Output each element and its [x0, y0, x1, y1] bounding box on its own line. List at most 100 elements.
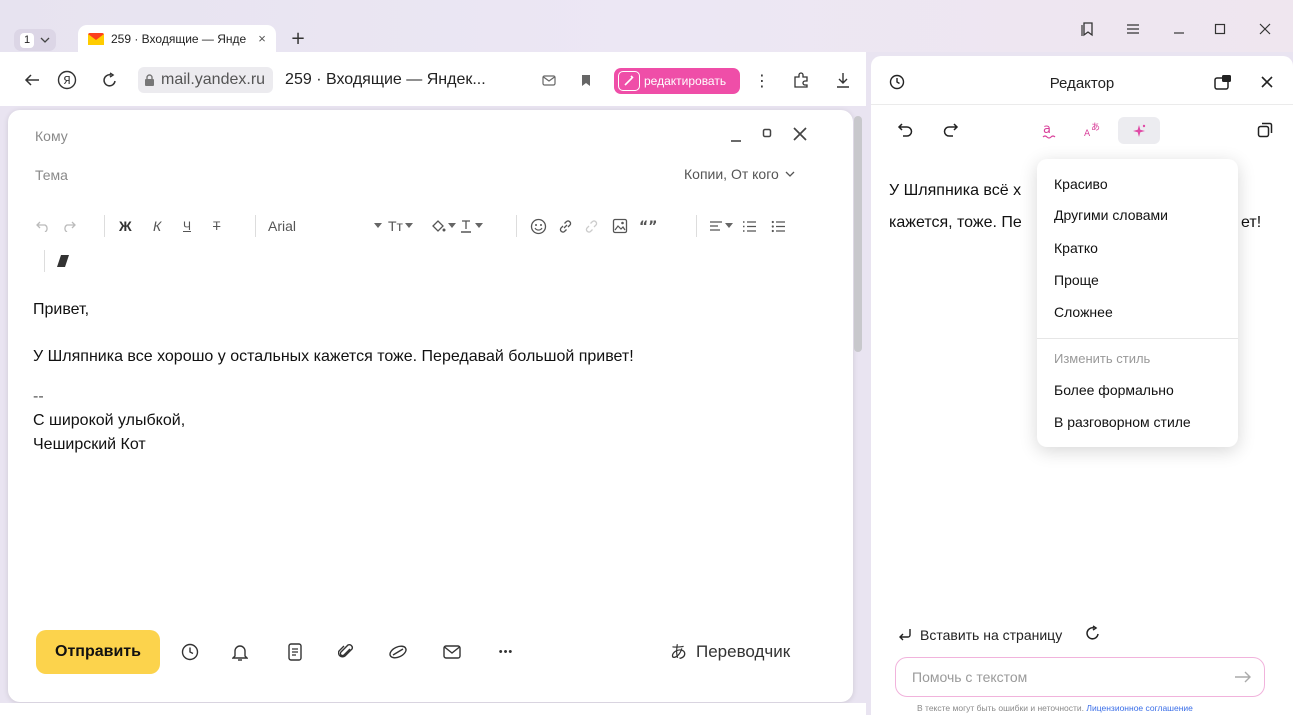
bookmark-icon[interactable]: [575, 69, 597, 91]
menu-divider: [1037, 338, 1238, 339]
subject-field[interactable]: Тема: [35, 167, 68, 183]
text-color-button[interactable]: [460, 214, 483, 238]
mail-notify-icon[interactable]: [538, 69, 560, 91]
page-background-strip: [0, 703, 866, 715]
url-field[interactable]: mail.yandex.ru 259 · Входящие — Яндек...: [138, 67, 486, 93]
regenerate-icon[interactable]: [1085, 625, 1101, 641]
font-dropdown-arrow-icon[interactable]: [374, 214, 382, 238]
strikethrough-button[interactable]: Т: [213, 214, 220, 238]
bullet-list-icon[interactable]: [771, 214, 786, 238]
attach-icon[interactable]: [334, 640, 358, 664]
font-family-value: Arial: [268, 218, 297, 234]
tab-count-button[interactable]: 1: [14, 29, 57, 51]
url-domain-pill[interactable]: mail.yandex.ru: [138, 67, 274, 93]
extensions-icon[interactable]: [790, 69, 812, 91]
copies-from-toggle[interactable]: Копии, От кого: [684, 166, 795, 182]
insert-label: Вставить на страницу: [920, 627, 1063, 643]
reload-icon[interactable]: [99, 69, 121, 91]
quote-icon[interactable]: “”: [639, 214, 659, 238]
signature-line-2: Чеширский Кот: [33, 436, 146, 453]
redo-icon[interactable]: [62, 214, 76, 238]
help-input[interactable]: [912, 669, 1234, 685]
minimize-compose-icon[interactable]: [730, 124, 742, 144]
translator-button[interactable]: あ Переводчик: [670, 642, 790, 662]
menu-item-simpler[interactable]: Проще: [1054, 272, 1099, 288]
close-panel-icon[interactable]: [1255, 70, 1279, 94]
back-icon[interactable]: [21, 69, 43, 91]
editor-text-tail[interactable]: ет!: [1241, 214, 1261, 232]
tab-close-icon[interactable]: ×: [256, 31, 268, 46]
menu-item-rephrase[interactable]: Другими словами: [1054, 207, 1168, 223]
numbered-list-icon[interactable]: [742, 214, 757, 238]
underline-button[interactable]: Ч: [183, 214, 191, 238]
maximize-icon[interactable]: [1209, 18, 1231, 40]
edit-button-label: редактировать: [644, 74, 727, 88]
close-window-icon[interactable]: [1254, 18, 1276, 40]
svg-text:“”: “”: [639, 219, 657, 233]
more-options-button[interactable]: ⋮: [751, 69, 773, 91]
send-arrow-icon[interactable]: [1234, 670, 1252, 684]
align-button[interactable]: [709, 214, 733, 238]
help-with-text-field[interactable]: [895, 657, 1265, 697]
bold-button[interactable]: Ж: [119, 214, 132, 238]
unlink-icon[interactable]: [583, 214, 600, 238]
copy-icon[interactable]: [1253, 118, 1277, 142]
bookmarks-panel-icon[interactable]: [1077, 18, 1099, 40]
editor-text-line-1[interactable]: У Шляпника всё х: [889, 182, 1021, 200]
italic-button[interactable]: К: [153, 214, 161, 238]
body-greeting[interactable]: Привет,: [33, 301, 89, 319]
font-family-select[interactable]: Arial: [268, 214, 388, 238]
translate-icon[interactable]: Aあ: [1081, 118, 1105, 142]
body-main[interactable]: У Шляпника все хорошо у остальных кажетс…: [33, 348, 634, 366]
detach-panel-icon[interactable]: [1211, 70, 1235, 94]
yandex-logo-icon[interactable]: Я: [56, 69, 78, 91]
image-icon[interactable]: [612, 214, 628, 238]
to-field[interactable]: Кому: [35, 128, 68, 144]
svg-text:Я: Я: [63, 74, 71, 87]
undo-icon[interactable]: [893, 118, 917, 142]
menu-item-short[interactable]: Кратко: [1054, 240, 1098, 256]
page-scrollbar[interactable]: [854, 116, 862, 352]
editor-text-line-2[interactable]: кажется, тоже. Пе: [889, 214, 1022, 232]
menu-style-header: Изменить стиль: [1054, 351, 1151, 366]
envelope-icon[interactable]: [440, 640, 464, 664]
more-actions-button[interactable]: •••: [494, 640, 518, 664]
new-tab-button[interactable]: +: [288, 30, 308, 50]
menu-item-formal[interactable]: Более формально: [1054, 382, 1174, 398]
emoji-icon[interactable]: [530, 214, 547, 238]
menu-item-beautiful[interactable]: Красиво: [1054, 176, 1108, 192]
send-button[interactable]: Отправить: [36, 630, 160, 674]
menu-item-casual[interactable]: В разговорном стиле: [1054, 414, 1191, 430]
fill-color-button[interactable]: [430, 214, 456, 238]
svg-text:a: a: [1043, 122, 1051, 137]
clear-format-icon[interactable]: [56, 254, 70, 268]
expand-compose-icon[interactable]: [762, 128, 772, 138]
license-link[interactable]: Лицензионное соглашение: [1086, 703, 1193, 713]
browser-menu-icon[interactable]: [1122, 18, 1144, 40]
copies-label: Копии, От кого: [684, 166, 779, 182]
tab-mail[interactable]: 259 · Входящие — Янде ×: [78, 25, 276, 52]
disk-attach-icon[interactable]: [386, 640, 410, 664]
font-size-label: Тт: [388, 218, 403, 234]
tab-title: 259 · Входящие — Янде: [111, 31, 247, 46]
ai-rewrite-button[interactable]: [1118, 117, 1160, 144]
download-icon[interactable]: [832, 69, 854, 91]
menu-item-complex[interactable]: Сложнее: [1054, 304, 1113, 320]
compose-window: Кому Тема Копии, От кого Ж К Ч Т Arial Т…: [8, 110, 853, 702]
redo-icon[interactable]: [939, 118, 963, 142]
rewrite-menu: Красиво Другими словами Кратко Проще Сло…: [1037, 159, 1238, 447]
reminder-bell-icon[interactable]: [228, 640, 252, 664]
link-icon[interactable]: [557, 214, 574, 238]
template-icon[interactable]: [283, 640, 307, 664]
disclaimer: В тексте могут быть ошибки и неточности.…: [917, 703, 1193, 713]
insert-to-page-button[interactable]: Вставить на страницу: [898, 627, 1062, 643]
close-compose-icon[interactable]: [792, 126, 808, 142]
signature-line-1: С широкой улыбкой,: [33, 412, 186, 429]
edit-text-button[interactable]: редактировать: [614, 68, 740, 94]
spellcheck-icon[interactable]: a: [1037, 118, 1061, 142]
minimize-icon[interactable]: [1168, 18, 1190, 40]
undo-icon[interactable]: [36, 214, 50, 238]
font-size-button[interactable]: Тт: [388, 214, 413, 238]
delayed-send-icon[interactable]: [178, 640, 202, 664]
browser-tab-strip: 1 259 · Входящие — Янде × +: [0, 0, 1293, 52]
